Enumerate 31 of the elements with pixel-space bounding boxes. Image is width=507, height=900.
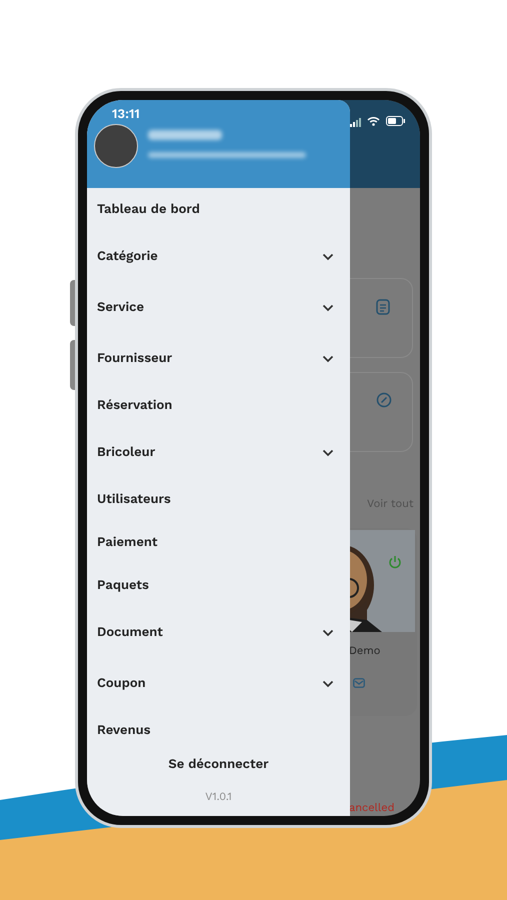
menu-item[interactable]: Document [87, 607, 350, 658]
document-icon [376, 299, 390, 315]
app-version: V1.0.1 [205, 788, 232, 804]
provider-name: Demo [349, 643, 380, 659]
wifi-icon [367, 116, 380, 126]
menu-item[interactable]: Réservation [87, 384, 350, 427]
menu-item[interactable]: Service [87, 282, 350, 333]
chevron-down-icon [322, 448, 334, 456]
signal-icon [350, 118, 362, 127]
chevron-down-icon [322, 252, 334, 260]
chevron-down-icon [322, 628, 334, 636]
menu-item[interactable]: Utilisateurs [87, 478, 350, 521]
menu-item[interactable]: Tableau de bord [87, 188, 350, 231]
mail-icon[interactable] [353, 678, 365, 688]
chevron-down-icon [322, 354, 334, 362]
battery-icon [386, 116, 406, 126]
chevron-down-icon [322, 680, 334, 688]
menu-item[interactable]: Paquets [87, 564, 350, 607]
compass-icon [376, 392, 392, 408]
menu-item[interactable]: Catégorie [87, 231, 350, 282]
menu-item[interactable]: Coupon [87, 658, 350, 709]
power-icon[interactable] [388, 555, 402, 569]
avatar [94, 124, 138, 168]
status-time: 13:11 [112, 107, 140, 122]
menu-item[interactable]: Paiement [87, 521, 350, 564]
menu-item[interactable]: Bricoleur [87, 427, 350, 478]
menu-item[interactable]: Revenus [87, 709, 350, 752]
logout-button[interactable]: Se déconnecter [168, 753, 269, 776]
booking-status: ancelled [349, 800, 395, 816]
menu-item[interactable]: Fournisseur [87, 333, 350, 384]
chevron-down-icon [322, 304, 334, 312]
